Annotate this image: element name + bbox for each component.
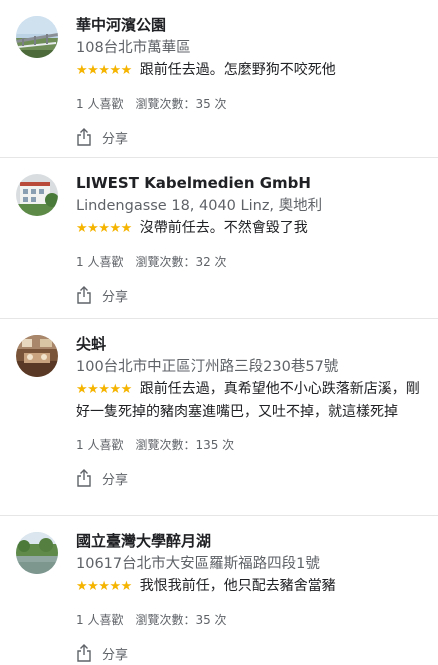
star-rating-icon: ★★★★★ [76, 221, 132, 236]
share-icon [77, 469, 91, 487]
share-icon [77, 286, 91, 304]
review-stats: 1 人喜歡 瀏覽次數：135 次 [76, 437, 424, 453]
restaurant-photo-icon [16, 335, 58, 377]
review-body: ★★★★★ 我恨我前任，他只配去豬舍當豬 [76, 575, 424, 598]
place-name[interactable]: LIWEST Kabelmedien GmbH [76, 173, 424, 193]
review-text: 沒帶前任去。不然會毀了我 [139, 220, 308, 236]
like-count: 1 人喜歡 [76, 97, 124, 111]
star-rating-icon: ★★★★★ [76, 579, 132, 594]
share-label: 分享 [102, 472, 129, 488]
like-count: 1 人喜歡 [76, 255, 124, 269]
place-avatar[interactable] [16, 532, 58, 574]
review-body: ★★★★★ 跟前任去過，真希望他不小心跌落新店溪，剛好一隻死掉的豬肉塞進嘴巴，又吐… [76, 378, 424, 423]
view-count: 瀏覽次數：32 次 [135, 255, 227, 269]
review-stats: 1 人喜歡 瀏覽次數：35 次 [76, 612, 424, 628]
share-icon [77, 128, 91, 146]
share-label: 分享 [102, 289, 129, 305]
place-avatar[interactable] [16, 174, 58, 216]
share-button[interactable]: 分享 [76, 125, 424, 149]
review-card: 華中河濱公園 108台北市萬華區 ★★★★★ 跟前任去過。怎麼野狗不咬死他 1 人… [0, 0, 438, 158]
place-name[interactable]: 華中河濱公園 [76, 15, 424, 35]
review-text: 跟前任去過。怎麼野狗不咬死他 [139, 62, 336, 78]
review-stats: 1 人喜歡 瀏覽次數：35 次 [76, 96, 424, 112]
place-address: Lindengasse 18, 4040 Linz, 奧地利 [76, 198, 323, 214]
star-rating-icon: ★★★★★ [76, 63, 132, 78]
place-address: 108台北市萬華區 [76, 40, 191, 56]
share-icon [77, 644, 91, 662]
place-avatar[interactable] [16, 16, 58, 58]
share-label: 分享 [102, 647, 129, 663]
building-photo-icon [16, 174, 58, 216]
share-button[interactable]: 分享 [76, 283, 424, 307]
place-avatar[interactable] [16, 335, 58, 377]
like-count: 1 人喜歡 [76, 438, 124, 452]
view-count: 瀏覽次數：35 次 [135, 613, 227, 627]
share-button[interactable]: 分享 [76, 466, 424, 490]
review-feed: 華中河濱公園 108台北市萬華區 ★★★★★ 跟前任去過。怎麼野狗不咬死他 1 人… [0, 0, 438, 663]
review-body: ★★★★★ 沒帶前任去。不然會毀了我 [76, 217, 424, 240]
review-stats: 1 人喜歡 瀏覽次數：32 次 [76, 254, 424, 270]
review-text: 我恨我前任，他只配去豬舍當豬 [139, 578, 336, 594]
place-address: 10617台北市大安區羅斯福路四段1號 [76, 556, 320, 572]
review-card: 尖蚪 100台北市中正區汀州路三段230巷57號 ★★★★★ 跟前任去過，真希望他… [0, 319, 438, 516]
share-button[interactable]: 分享 [76, 641, 424, 665]
review-card: LIWEST Kabelmedien GmbH Lindengasse 18, … [0, 158, 438, 319]
star-rating-icon: ★★★★★ [76, 382, 132, 397]
place-address: 100台北市中正區汀州路三段230巷57號 [76, 359, 339, 375]
view-count: 瀏覽次數：35 次 [135, 97, 227, 111]
lake-photo-icon [16, 532, 58, 574]
review-card: 國立臺灣大學醉月湖 10617台北市大安區羅斯福路四段1號 ★★★★★ 我恨我前任… [0, 516, 438, 663]
bridge-photo-icon [16, 16, 58, 58]
like-count: 1 人喜歡 [76, 613, 124, 627]
view-count: 瀏覽次數：135 次 [135, 438, 235, 452]
place-name[interactable]: 尖蚪 [76, 334, 424, 354]
review-body: ★★★★★ 跟前任去過。怎麼野狗不咬死他 [76, 59, 424, 82]
place-name[interactable]: 國立臺灣大學醉月湖 [76, 531, 424, 551]
share-label: 分享 [102, 131, 129, 147]
